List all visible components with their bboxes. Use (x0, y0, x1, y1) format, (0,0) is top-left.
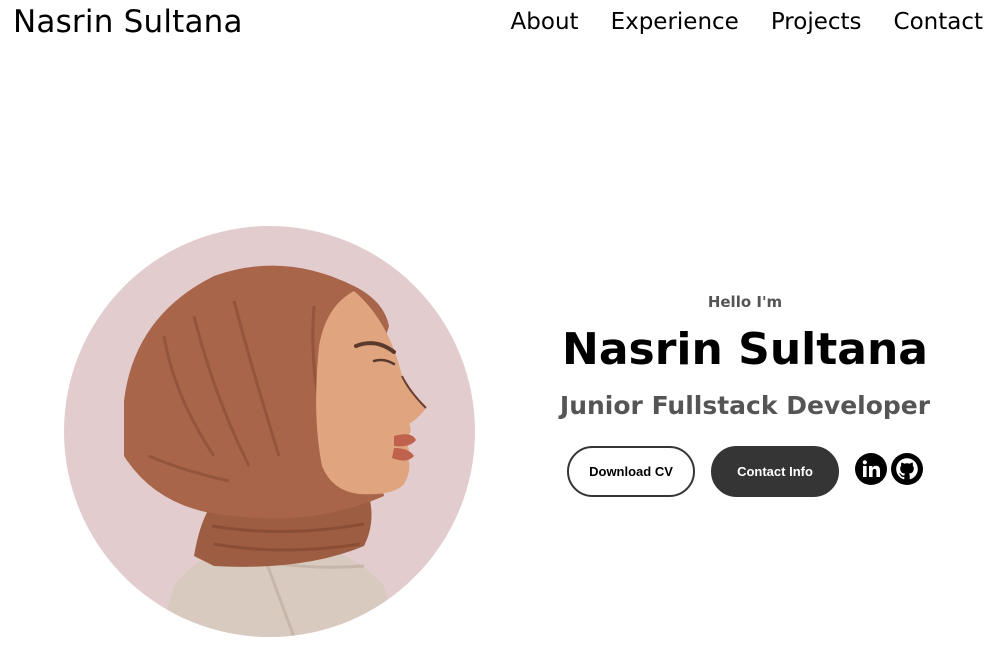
nav-item-projects: Projects (771, 9, 862, 35)
main-nav: About Experience Projects Contact (511, 9, 983, 35)
avatar-illustration-icon (64, 226, 475, 637)
nav-link-experience[interactable]: Experience (611, 9, 739, 35)
greeting-text: Hello I'm (707, 293, 783, 311)
hero-section: Hello I'm Nasrin Sultana Junior Fullstac… (530, 290, 960, 424)
linkedin-icon[interactable] (855, 452, 887, 485)
hero-name: Nasrin Sultana (562, 324, 928, 375)
profile-picture (64, 226, 475, 637)
social-links (855, 452, 923, 485)
contact-info-button[interactable]: Contact Info (711, 446, 839, 497)
site-logo[interactable]: Nasrin Sultana (13, 4, 243, 40)
nav-link-about[interactable]: About (511, 9, 579, 35)
portfolio-page: Nasrin Sultana About Experience Projects… (0, 0, 993, 647)
github-icon[interactable] (891, 452, 923, 485)
nav-item-contact: Contact (894, 9, 983, 35)
hero-actions: Download CV Contact Info (567, 446, 923, 497)
hero-role: Junior Fullstack Developer (559, 391, 931, 420)
nav-item-about: About (511, 9, 579, 35)
nav-item-experience: Experience (611, 9, 739, 35)
nav-link-projects[interactable]: Projects (771, 9, 862, 35)
nav-link-contact[interactable]: Contact (894, 9, 983, 35)
download-cv-button[interactable]: Download CV (567, 446, 695, 497)
